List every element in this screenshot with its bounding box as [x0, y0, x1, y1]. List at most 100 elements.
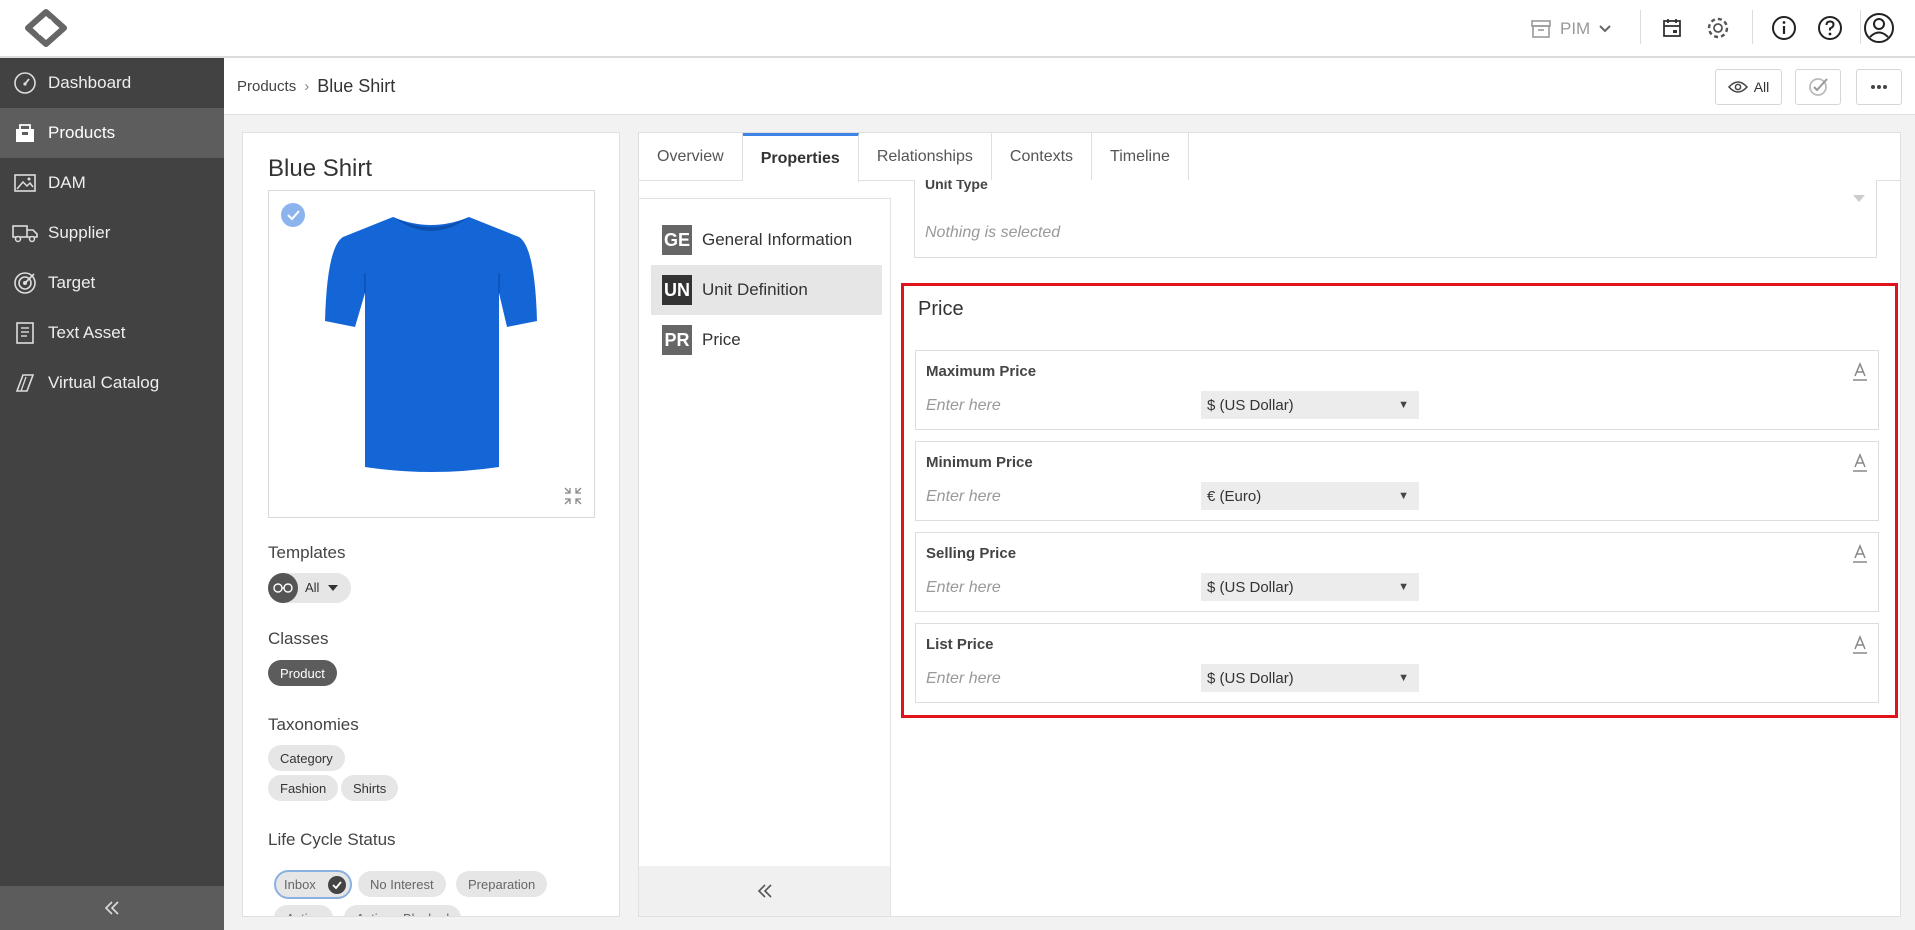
- product-summary-card: Blue Shirt Templates All Classes Product…: [242, 132, 620, 917]
- section-nav-item-general-information[interactable]: GE General Information: [639, 215, 890, 265]
- sidebar-item-label: Target: [48, 273, 96, 292]
- minimum-price-input[interactable]: Enter here: [926, 488, 1001, 506]
- caret-down-icon: [327, 584, 339, 592]
- help-icon[interactable]: [1815, 13, 1845, 43]
- sidebar-item-supplier[interactable]: Supplier: [0, 208, 224, 258]
- template-value: All: [305, 580, 320, 595]
- sidebar-item-products[interactable]: Products: [0, 108, 224, 158]
- tab-contexts[interactable]: Contexts: [992, 133, 1093, 181]
- page-header: Products › Blue Shirt All: [224, 58, 1915, 115]
- lifecycle-chip[interactable]: Active - Blocked: [344, 905, 462, 916]
- taxonomy-chip[interactable]: Shirts: [341, 775, 399, 801]
- chevron-down-icon: [1598, 24, 1612, 34]
- tshirt-image: [323, 211, 539, 475]
- list-price-currency-select[interactable]: $ (US Dollar) ▼: [1201, 664, 1419, 692]
- more-horizontal-icon: [1870, 84, 1888, 90]
- view-filter-button[interactable]: All: [1715, 69, 1782, 105]
- lifecycle-chip[interactable]: No Interest: [358, 871, 446, 897]
- currency-value: € (Euro): [1207, 487, 1262, 505]
- sidebar-collapse-button[interactable]: [0, 886, 224, 930]
- section-nav-collapse-button[interactable]: [639, 866, 890, 916]
- caret-down-icon: ▼: [1398, 672, 1409, 684]
- module-switcher[interactable]: PIM: [1530, 14, 1612, 44]
- text-format-icon[interactable]: [1852, 543, 1868, 565]
- tab-properties[interactable]: Properties: [742, 133, 859, 182]
- collapse-view-icon[interactable]: [564, 487, 582, 505]
- list-price-input[interactable]: Enter here: [926, 670, 1001, 688]
- double-chevron-left-icon: [756, 883, 774, 899]
- dashboard-icon: [12, 70, 38, 96]
- minimum-price-field: Minimum Price Enter here € (Euro) ▼: [915, 441, 1879, 521]
- text-format-icon[interactable]: [1852, 361, 1868, 383]
- taxonomies-label: Taxonomies: [268, 715, 359, 734]
- more-options-button[interactable]: [1856, 69, 1902, 105]
- section-abbr: PR: [662, 325, 692, 355]
- sidebar-item-text-asset[interactable]: Text Asset: [0, 308, 224, 358]
- caret-down-icon: [1852, 194, 1866, 204]
- section-nav-item-unit-definition[interactable]: UN Unit Definition: [651, 265, 882, 315]
- sidebar: Dashboard Products DAM Supplier Target T…: [0, 58, 224, 930]
- caret-down-icon: ▼: [1398, 490, 1409, 502]
- caret-down-icon: ▼: [1398, 399, 1409, 411]
- currency-value: $ (US Dollar): [1207, 578, 1294, 596]
- price-section-title: Price: [918, 298, 964, 320]
- breadcrumb-separator: ›: [304, 78, 310, 95]
- gear-icon[interactable]: [1703, 13, 1733, 43]
- taxonomy-chip[interactable]: Fashion: [268, 775, 339, 801]
- sidebar-item-label: Dashboard: [48, 73, 132, 92]
- maximum-price-input[interactable]: Enter here: [926, 397, 1001, 415]
- text-format-icon[interactable]: [1852, 634, 1868, 656]
- templates-label: Templates: [268, 543, 346, 562]
- class-chip[interactable]: Product: [268, 660, 337, 686]
- info-icon[interactable]: [1769, 13, 1799, 43]
- calendar-icon[interactable]: [1657, 13, 1687, 43]
- section-abbr: GE: [662, 225, 692, 255]
- tab-bar: Overview Properties Relationships Contex…: [639, 133, 1900, 182]
- selling-price-input[interactable]: Enter here: [926, 579, 1001, 597]
- lifecycle-label: Life Cycle Status: [268, 830, 396, 849]
- minimum-price-currency-select[interactable]: € (Euro) ▼: [1201, 482, 1419, 510]
- taxonomy-chip[interactable]: Category: [268, 745, 345, 771]
- selling-price-currency-select[interactable]: $ (US Dollar) ▼: [1201, 573, 1419, 601]
- tab-overview[interactable]: Overview: [639, 133, 743, 181]
- sidebar-item-label: Text Asset: [48, 323, 126, 342]
- sidebar-item-dashboard[interactable]: Dashboard: [0, 58, 224, 108]
- selling-price-field: Selling Price Enter here $ (US Dollar) ▼: [915, 532, 1879, 612]
- caret-down-icon: ▼: [1398, 581, 1409, 593]
- section-nav-item-price[interactable]: PR Price: [639, 315, 890, 365]
- sidebar-item-virtual-catalog[interactable]: Virtual Catalog: [0, 358, 224, 408]
- check-circle-icon: [328, 876, 346, 894]
- sidebar-item-label: DAM: [48, 173, 86, 192]
- classes-label: Classes: [268, 629, 329, 648]
- user-avatar-icon[interactable]: [1862, 11, 1896, 45]
- sidebar-item-dam[interactable]: DAM: [0, 158, 224, 208]
- logo-icon[interactable]: [22, 9, 70, 47]
- validate-button[interactable]: [1795, 69, 1841, 105]
- text-format-icon[interactable]: [1852, 452, 1868, 474]
- price-section: Price Maximum Price Enter here $ (US Dol…: [901, 283, 1898, 718]
- breadcrumb-root[interactable]: Products: [237, 78, 296, 95]
- lifecycle-chip[interactable]: Active: [274, 905, 334, 916]
- field-label: List Price: [926, 636, 994, 653]
- tab-timeline[interactable]: Timeline: [1092, 133, 1189, 181]
- archive-icon: [1530, 19, 1552, 39]
- unit-type-field[interactable]: Unit Type Nothing is selected: [914, 180, 1877, 258]
- target-icon: [12, 270, 38, 296]
- maximum-price-currency-select[interactable]: $ (US Dollar) ▼: [1201, 391, 1419, 419]
- view-filter-label: All: [1753, 79, 1770, 95]
- check-badge-icon[interactable]: [281, 203, 305, 227]
- sidebar-item-target[interactable]: Target: [0, 258, 224, 308]
- currency-value: $ (US Dollar): [1207, 396, 1294, 414]
- lifecycle-chip-inbox[interactable]: Inbox: [274, 870, 352, 899]
- currency-value: $ (US Dollar): [1207, 669, 1294, 687]
- tab-relationships[interactable]: Relationships: [859, 133, 992, 181]
- products-icon: [12, 120, 38, 146]
- lifecycle-chip[interactable]: Preparation: [456, 871, 548, 897]
- product-image[interactable]: [268, 190, 595, 518]
- section-nav: GE General Information UN Unit Definitio…: [639, 198, 891, 916]
- glasses-icon: [268, 573, 298, 603]
- lifecycle-chip-label: Inbox: [284, 877, 316, 892]
- divider: [1640, 10, 1641, 44]
- image-icon: [12, 170, 38, 196]
- template-selector[interactable]: All: [268, 573, 351, 603]
